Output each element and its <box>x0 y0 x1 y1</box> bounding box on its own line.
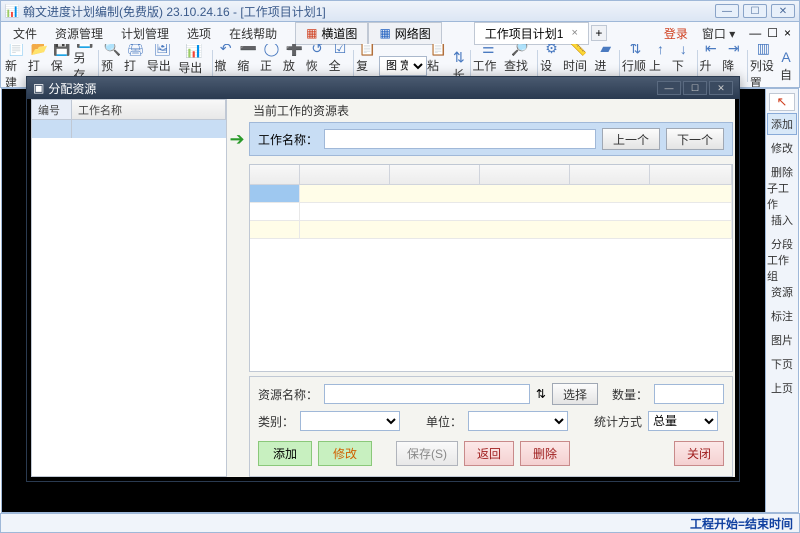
tab-close-icon[interactable]: × <box>571 27 577 39</box>
side-prevpage[interactable]: 上页 <box>767 377 797 399</box>
mdi-close-icon[interactable]: × <box>784 26 791 40</box>
close-dialog-button[interactable]: 关闭 <box>674 441 724 466</box>
side-annotate[interactable]: 标注 <box>767 305 797 327</box>
assign-resource-dialog: ▣ 分配资源 — ☐ ✕ 编号 工作名称 ➔ 当前工作的资源表 工作名称： 上一… <box>26 76 740 482</box>
stepper-icon[interactable]: ⇅ <box>536 387 546 401</box>
workname-input[interactable] <box>324 129 596 149</box>
unit-select[interactable] <box>468 411 568 431</box>
menu-resource[interactable]: 资源管理 <box>47 23 111 44</box>
side-image[interactable]: 图片 <box>767 329 797 351</box>
delete-button[interactable]: 删除 <box>520 441 570 466</box>
side-panel: ↖ 添加 修改 删除 子工作 插入 分段 工作组 资源 标注 图片 下页 上页 <box>766 88 799 513</box>
side-insert[interactable]: 插入 <box>767 209 797 231</box>
grid-row[interactable] <box>250 185 732 203</box>
tb-new[interactable]: 📄新建 <box>5 46 28 86</box>
tb-auto[interactable]: A自 <box>777 46 795 86</box>
side-nextpage[interactable]: 下页 <box>767 353 797 375</box>
mdi-max-icon[interactable]: ☐ <box>767 26 778 40</box>
menu-option[interactable]: 选项 <box>179 23 219 44</box>
col-workname[interactable]: 工作名称 <box>72 100 226 119</box>
dialog-icon: ▣ <box>33 81 44 95</box>
maximize-button[interactable]: ☐ <box>743 4 767 18</box>
statusbar: 工程开始=结束时间 <box>0 513 800 533</box>
grid-row[interactable] <box>250 221 732 239</box>
status-text: 工程开始=结束时间 <box>690 515 793 532</box>
grid-row[interactable] <box>250 203 732 221</box>
tb-colset[interactable]: ▥列设置 <box>750 46 777 86</box>
work-list-panel: 编号 工作名称 <box>31 99 227 477</box>
stattype-select[interactable]: 总量 <box>648 411 718 431</box>
resname-input[interactable] <box>324 384 530 404</box>
dialog-title: 分配资源 <box>48 80 96 97</box>
tab-project[interactable]: 工作项目计划1× <box>474 22 589 45</box>
work-list-row[interactable] <box>32 120 226 138</box>
menu-window[interactable]: 窗口 ▾ <box>694 23 743 44</box>
menubar: 文件 资源管理 计划管理 选项 在线帮助 ▦横道图 ▦网络图 工作项目计划1× … <box>0 22 800 44</box>
tab-gantt[interactable]: ▦横道图 <box>295 22 368 45</box>
qty-input[interactable] <box>654 384 724 404</box>
dialog-min-button[interactable]: — <box>657 81 681 95</box>
menu-file[interactable]: 文件 <box>5 23 45 44</box>
side-pointer-icon[interactable]: ↖ <box>769 93 795 111</box>
side-add[interactable]: 添加 <box>767 113 797 135</box>
next-button[interactable]: 下一个 <box>666 128 724 150</box>
stattype-label: 统计方式 <box>594 413 642 430</box>
resource-form: 资源名称： ⇅ 选择 数量： 类别： 单位： 统计方式 总量 添加 <box>249 376 733 477</box>
unit-label: 单位： <box>426 413 462 430</box>
tb-width-select[interactable]: 图 宽 <box>379 56 427 76</box>
window-title: 翰文进度计划编制(免费版) 23.10.24.16 - [工作项目计划1] <box>23 3 326 20</box>
mdi-min-icon[interactable]: — <box>749 26 761 40</box>
add-button[interactable]: 添加 <box>258 441 312 466</box>
modify-button[interactable]: 修改 <box>318 441 372 466</box>
resname-label: 资源名称： <box>258 386 318 403</box>
dialog-titlebar[interactable]: ▣ 分配资源 — ☐ ✕ <box>27 77 739 99</box>
qty-label: 数量： <box>612 386 648 403</box>
tab-network[interactable]: ▦网络图 <box>368 22 441 45</box>
workname-bar: 工作名称： 上一个 下一个 <box>249 122 733 156</box>
menu-plan[interactable]: 计划管理 <box>113 23 177 44</box>
category-select[interactable] <box>300 411 400 431</box>
section-title: 当前工作的资源表 <box>249 99 733 122</box>
save-button: 保存(S) <box>396 441 458 466</box>
close-button[interactable]: ✕ <box>771 4 795 18</box>
prev-button[interactable]: 上一个 <box>602 128 660 150</box>
workname-label: 工作名称： <box>258 131 318 148</box>
side-modify[interactable]: 修改 <box>767 137 797 159</box>
app-icon: 📊 <box>5 4 19 18</box>
back-button[interactable]: 返回 <box>464 441 514 466</box>
transfer-arrow-icon: ➔ <box>229 129 244 150</box>
window-titlebar: 📊 翰文进度计划编制(免费版) 23.10.24.16 - [工作项目计划1] … <box>0 0 800 22</box>
menu-help[interactable]: 在线帮助 <box>221 23 285 44</box>
category-label: 类别： <box>258 413 294 430</box>
side-subwork[interactable]: 子工作 <box>767 185 797 207</box>
login-link[interactable]: 登录 <box>664 25 688 42</box>
col-id[interactable]: 编号 <box>32 100 72 119</box>
tab-add-button[interactable]: + <box>591 25 607 41</box>
dialog-close-button[interactable]: ✕ <box>709 81 733 95</box>
select-button[interactable]: 选择 <box>552 383 598 405</box>
minimize-button[interactable]: — <box>715 4 739 18</box>
resource-grid[interactable] <box>249 164 733 372</box>
dialog-max-button[interactable]: ☐ <box>683 81 707 95</box>
side-resource[interactable]: 资源 <box>767 281 797 303</box>
side-workgroup[interactable]: 工作组 <box>767 257 797 279</box>
